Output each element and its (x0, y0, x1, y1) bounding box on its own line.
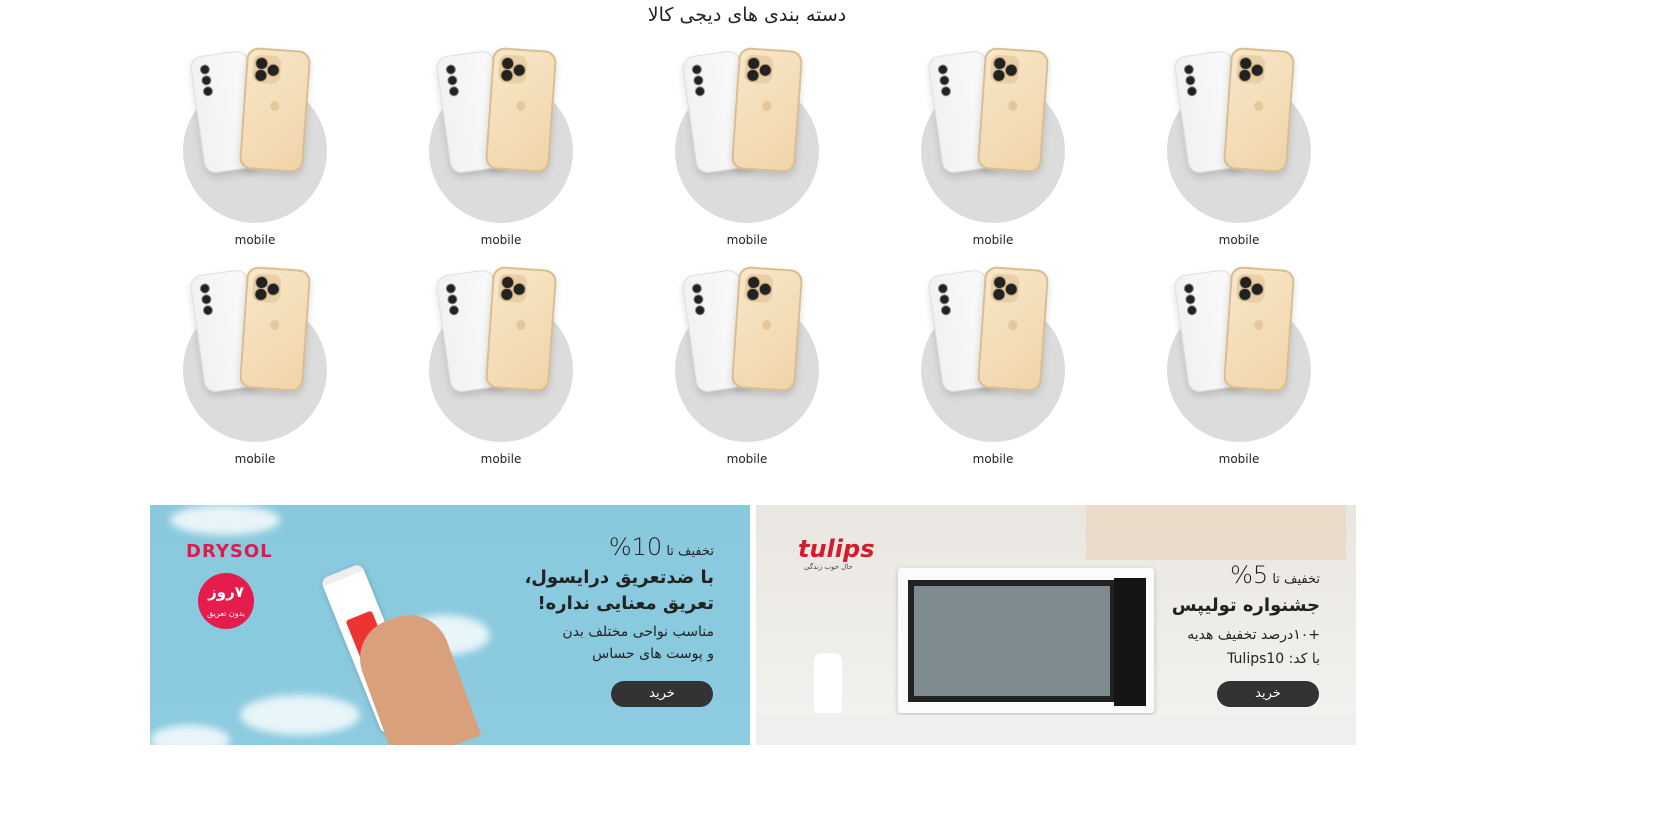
phone-image (484, 265, 558, 393)
subtext-line-1: +۱۰درصد تخفیف هدیه (1187, 627, 1320, 643)
category-item[interactable]: mobile (1159, 33, 1319, 247)
discount-prefix: تخفیف تا (1272, 572, 1320, 587)
discount-value: 10% (608, 533, 663, 561)
category-label: mobile (1218, 452, 1260, 466)
category-label: mobile (1218, 233, 1260, 247)
tulips-logo: tulips (798, 535, 875, 563)
category-item[interactable]: mobile (1159, 252, 1319, 466)
phone-image (484, 46, 558, 174)
phone-image (730, 46, 804, 174)
subtext: +۱۰درصد تخفیف هدیه با کد: Tulips10 (1187, 623, 1320, 671)
subtext-line-1: مناسب نواحی مختلف بدن (562, 624, 714, 640)
category-item[interactable]: mobile (913, 33, 1073, 247)
headline-line-1: با ضدتعریق درایسول، (524, 567, 714, 588)
headline-line-2: تعریق معنایی نداره! (537, 593, 714, 614)
category-item[interactable]: mobile (667, 33, 827, 247)
tulips-banner[interactable]: tulips حال خوب زندگی تخفیف تا 5% جشنواره… (756, 505, 1356, 745)
phone-image (238, 46, 312, 174)
category-label: mobile (972, 233, 1014, 247)
phone-image (1222, 265, 1296, 393)
discount-value: 5% (1230, 561, 1269, 589)
discount-line: تخفیف تا 5% (1230, 561, 1320, 589)
tulips-tagline: حال خوب زندگی (804, 563, 853, 571)
badge-sub: بدون تعریق (206, 609, 246, 618)
category-item[interactable]: mobile (175, 33, 335, 247)
badge-main: ۷روز (208, 583, 244, 601)
headline: جشنواره تولیپس (1171, 595, 1320, 616)
table-surface (756, 715, 1356, 745)
shelf-image (1086, 505, 1346, 560)
discount-prefix: تخفیف تا (666, 544, 714, 559)
phone-image (976, 46, 1050, 174)
category-label: mobile (726, 452, 768, 466)
section-title: دسته بندی های دیجی کالا (647, 4, 847, 26)
category-item[interactable]: mobile (421, 252, 581, 466)
buy-button[interactable]: خرید (1217, 681, 1319, 707)
vase-image (814, 653, 842, 713)
category-label: mobile (726, 233, 768, 247)
buy-button[interactable]: خرید (611, 681, 713, 707)
phone-image (1222, 46, 1296, 174)
category-label: mobile (480, 452, 522, 466)
phone-image (238, 265, 312, 393)
category-item[interactable]: mobile (421, 33, 581, 247)
category-label: mobile (972, 452, 1014, 466)
category-label: mobile (234, 233, 276, 247)
category-label: mobile (234, 452, 276, 466)
subtext-line-2: و پوست های حساس (592, 646, 714, 662)
seven-days-badge: ۷روز بدون تعریق (198, 573, 254, 629)
subtext: مناسب نواحی مختلف بدن و پوست های حساس (562, 621, 714, 665)
drysol-logo: DRYSOL (186, 541, 273, 562)
phone-image (730, 265, 804, 393)
headline: با ضدتعریق درایسول، تعریق معنایی نداره! (524, 565, 714, 617)
oven-image (898, 568, 1154, 713)
promo-code: با کد: Tulips10 (1227, 651, 1320, 667)
category-item[interactable]: mobile (667, 252, 827, 466)
drysol-banner[interactable]: DRYSOL ۷روز بدون تعریق تخفیف تا 10% با ض… (150, 505, 750, 745)
category-item[interactable]: mobile (913, 252, 1073, 466)
discount-line: تخفیف تا 10% (609, 533, 714, 561)
category-item[interactable]: mobile (175, 252, 335, 466)
phone-image (976, 265, 1050, 393)
category-label: mobile (480, 233, 522, 247)
